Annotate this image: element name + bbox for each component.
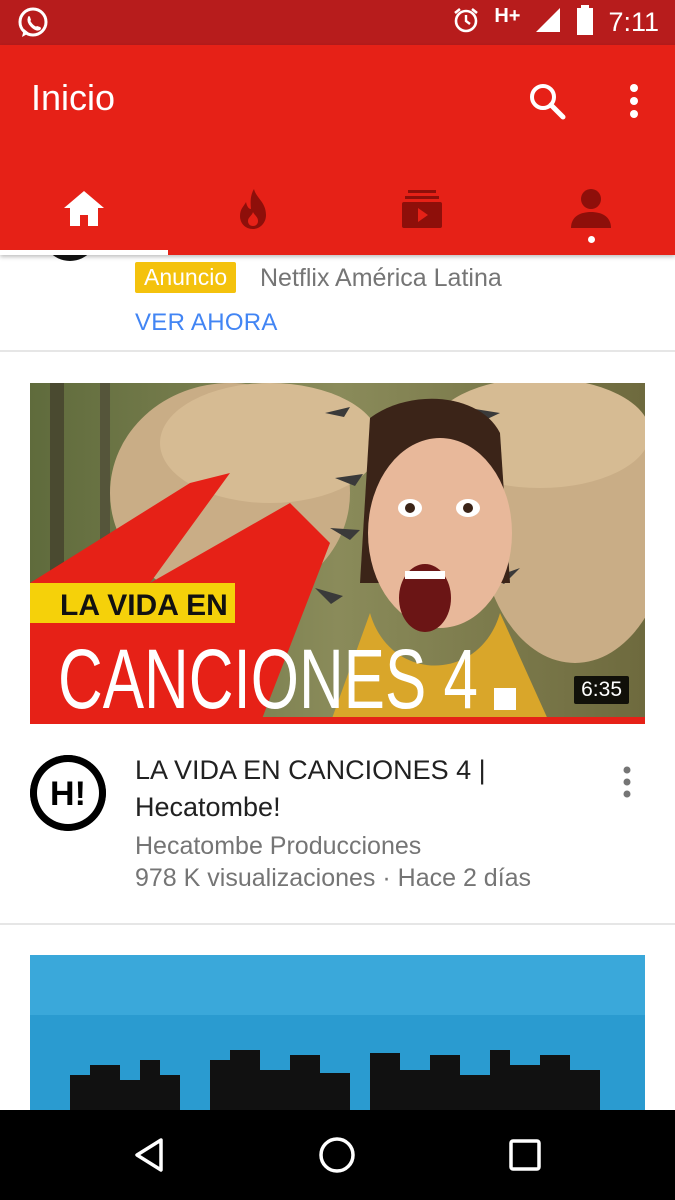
ad-badge: Anuncio <box>135 262 237 293</box>
home-icon <box>64 191 105 226</box>
clock: 7:11 <box>608 7 659 37</box>
tab-subscriptions[interactable] <box>338 163 507 255</box>
video-channel-name[interactable]: Hecatombe Producciones <box>135 832 421 861</box>
subscriptions-icon <box>401 190 442 228</box>
tab-account[interactable] <box>506 163 675 255</box>
avatar-text: H! <box>50 775 86 813</box>
ad-card[interactable]: Anuncio Netflix América Latina VER AHORA <box>0 255 675 352</box>
ad-channel-avatar[interactable] <box>38 255 102 261</box>
whatsapp-icon <box>16 6 50 40</box>
video-more-icon[interactable] <box>614 762 640 802</box>
battery-icon <box>576 5 594 40</box>
thumbnail-text-line1: LA VIDA EN <box>60 589 228 622</box>
watch-now-button[interactable]: VER AHORA <box>135 309 278 337</box>
recents-icon[interactable] <box>502 1132 548 1178</box>
app-bar: Inicio <box>0 45 675 255</box>
video-thumbnail[interactable]: LA VIDA EN CANCIONES 4 6:35 <box>30 383 645 724</box>
more-vert-icon[interactable] <box>616 81 652 121</box>
network-type: H+ <box>494 5 521 27</box>
alarm-icon <box>452 6 480 39</box>
video-title[interactable]: LA VIDA EN CANCIONES 4 | Hecatombe! <box>135 752 575 826</box>
video-card[interactable]: LA VIDA EN CANCIONES 4 6:35 H! LA VIDA E… <box>0 352 675 925</box>
thumbnail-text-line2: CANCIONES 4 <box>58 632 478 724</box>
search-icon[interactable] <box>527 81 567 121</box>
trending-icon <box>240 189 267 229</box>
page-title: Inicio <box>31 77 116 118</box>
notification-dot <box>587 236 595 243</box>
video-meta: 978 K visualizaciones · Hace 2 días <box>135 864 532 892</box>
thumbnail-image: LA VIDA EN CANCIONES 4 <box>30 383 645 724</box>
next-video-thumbnail[interactable] <box>30 955 645 1110</box>
system-nav-bar <box>0 1110 675 1200</box>
ad-channel-name: Netflix América Latina <box>260 264 502 292</box>
signal-icon <box>534 6 562 39</box>
back-icon[interactable] <box>127 1132 173 1178</box>
feed[interactable]: Anuncio Netflix América Latina VER AHORA <box>0 255 675 1110</box>
tab-trending[interactable] <box>169 163 338 255</box>
home-circle-icon[interactable] <box>314 1132 360 1178</box>
channel-avatar[interactable]: H! <box>30 755 106 831</box>
duration-badge: 6:35 <box>574 676 629 704</box>
tab-bar <box>0 163 675 255</box>
watched-progress-bar <box>30 717 645 724</box>
status-bar: H+ 7:11 <box>0 0 675 45</box>
account-icon <box>570 189 611 228</box>
tab-home[interactable] <box>0 163 169 255</box>
